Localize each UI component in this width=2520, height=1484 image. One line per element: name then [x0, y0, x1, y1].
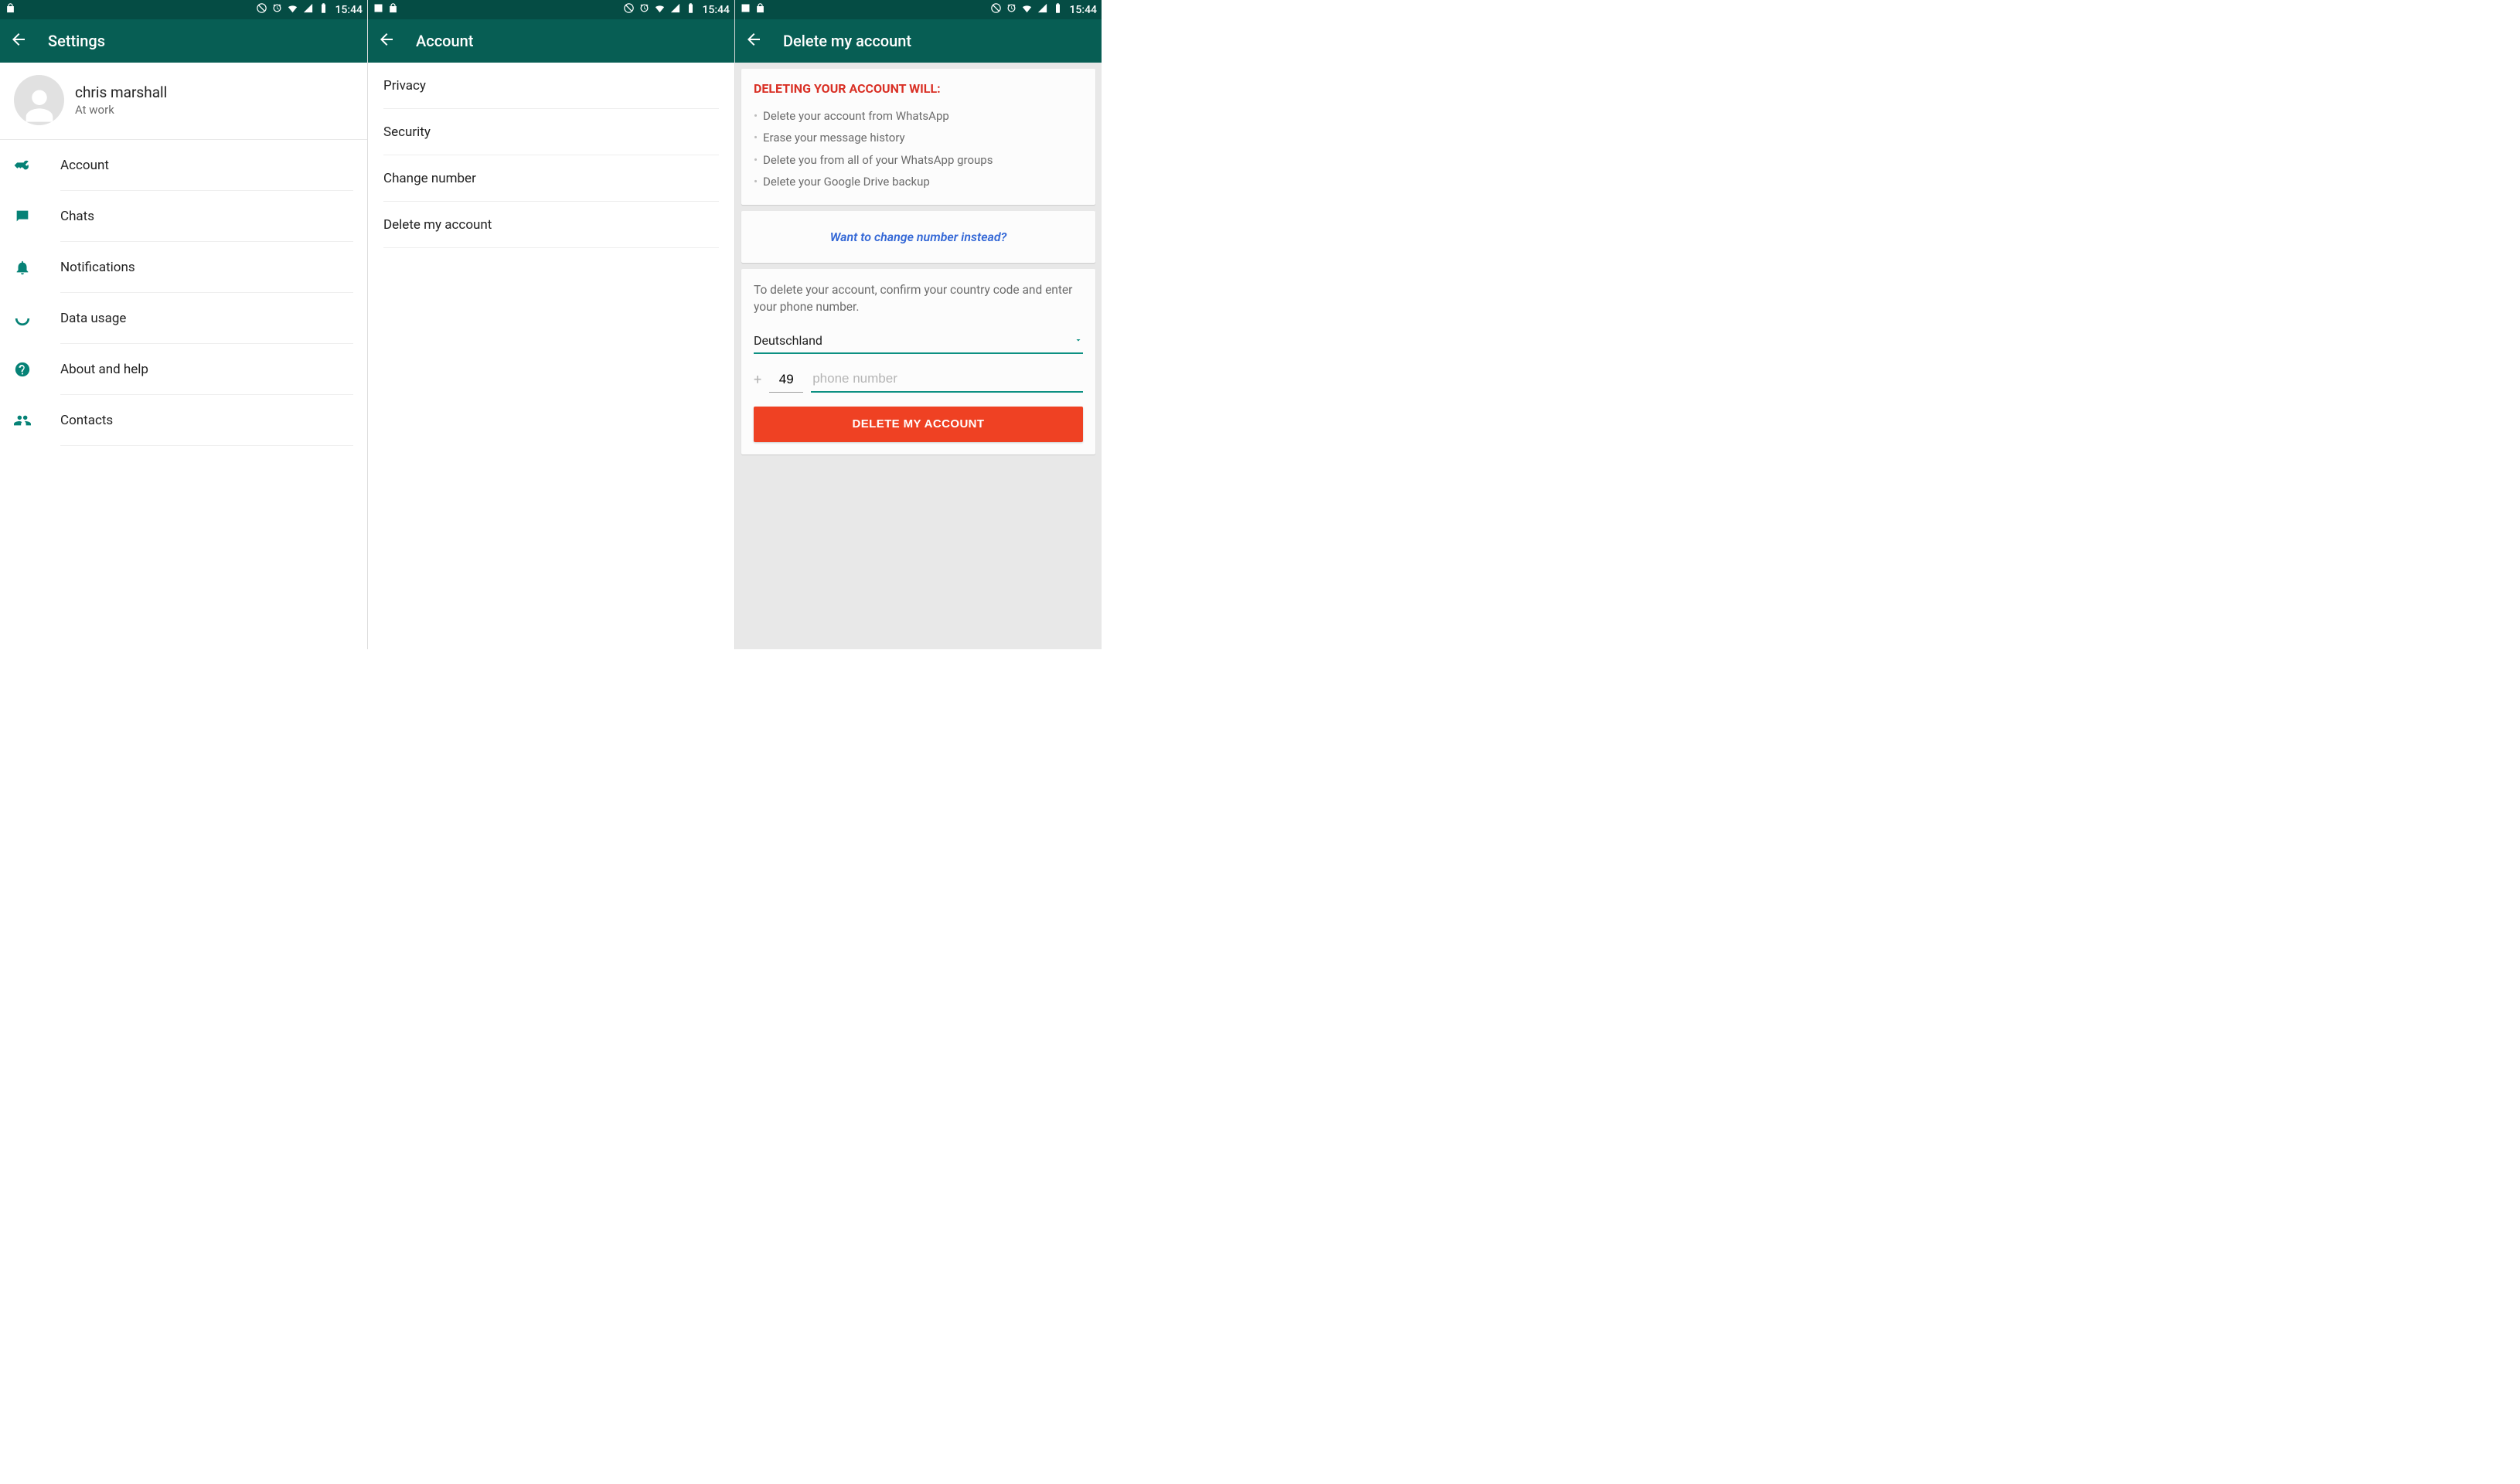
- confirm-card: To delete your account, confirm your cou…: [741, 269, 1095, 454]
- wifi-icon: [654, 2, 666, 17]
- menu-label: About and help: [60, 362, 148, 377]
- status-time: 15:44: [702, 4, 730, 16]
- data-usage-icon: [14, 310, 60, 327]
- country-name: Deutschland: [754, 333, 822, 348]
- key-icon: [14, 157, 60, 174]
- country-select[interactable]: Deutschland: [754, 328, 1083, 354]
- signal-icon: [669, 2, 681, 17]
- menu-item-notifications[interactable]: Notifications: [0, 242, 367, 293]
- lock-icon: [754, 2, 766, 17]
- menu-item-account[interactable]: Account: [0, 140, 367, 191]
- menu-item-contacts[interactable]: Contacts: [0, 395, 367, 446]
- menu-label: Chats: [60, 209, 94, 224]
- battery-icon: [318, 2, 329, 17]
- menu-label: Data usage: [60, 311, 126, 326]
- app-bar: Delete my account: [735, 19, 1102, 63]
- page-title: Delete my account: [783, 32, 911, 50]
- account-menu: Privacy Security Change number Delete my…: [368, 63, 734, 248]
- warning-card: DELETING YOUR ACCOUNT WILL: Delete your …: [741, 69, 1095, 205]
- plus-icon: +: [754, 372, 761, 393]
- chat-icon: [14, 208, 60, 225]
- lock-icon: [387, 2, 399, 17]
- block-icon: [990, 2, 1002, 17]
- page-title: Settings: [48, 32, 105, 50]
- back-button[interactable]: [377, 30, 399, 52]
- screen-delete-account: 15:44 Delete my account DELETING YOUR AC…: [734, 0, 1102, 649]
- lock-icon: [5, 2, 16, 17]
- image-icon: [373, 2, 384, 17]
- battery-icon: [685, 2, 696, 17]
- menu-item-delete-account[interactable]: Delete my account: [368, 202, 734, 248]
- status-bar: 15:44: [735, 0, 1102, 19]
- profile-status: At work: [75, 103, 167, 117]
- phone-number-input[interactable]: [811, 368, 1083, 393]
- alarm-icon: [271, 2, 283, 17]
- menu-label: Notifications: [60, 260, 135, 275]
- block-icon: [256, 2, 267, 17]
- menu-label: Privacy: [383, 78, 426, 94]
- back-button[interactable]: [744, 30, 766, 52]
- screen-settings: 15:44 Settings chris marshall At work Ac…: [0, 0, 367, 649]
- menu-label: Contacts: [60, 413, 113, 428]
- contacts-icon: [14, 412, 60, 429]
- warning-title: DELETING YOUR ACCOUNT WILL:: [754, 81, 1083, 96]
- menu-label: Change number: [383, 171, 476, 186]
- wifi-icon: [1021, 2, 1033, 17]
- alarm-icon: [1006, 2, 1017, 17]
- block-icon: [623, 2, 635, 17]
- avatar: [14, 75, 64, 125]
- back-button[interactable]: [9, 30, 31, 52]
- change-number-card[interactable]: Want to change number instead?: [741, 211, 1095, 263]
- menu-item-about[interactable]: About and help: [0, 344, 367, 395]
- menu-label: Security: [383, 124, 431, 140]
- chevron-down-icon: [1074, 333, 1083, 348]
- menu-item-chats[interactable]: Chats: [0, 191, 367, 242]
- warning-item: Delete your Google Drive backup: [754, 171, 1083, 192]
- screen-account: 15:44 Account Privacy Security Change nu…: [367, 0, 734, 649]
- warning-item: Delete your account from WhatsApp: [754, 105, 1083, 127]
- menu-item-data-usage[interactable]: Data usage: [0, 293, 367, 344]
- app-bar: Settings: [0, 19, 367, 63]
- status-time: 15:44: [1069, 4, 1097, 16]
- bell-icon: [14, 259, 60, 276]
- app-bar: Account: [368, 19, 734, 63]
- image-icon: [740, 2, 751, 17]
- confirm-text: To delete your account, confirm your cou…: [754, 281, 1083, 316]
- signal-icon: [302, 2, 314, 17]
- warning-item: Delete you from all of your WhatsApp gro…: [754, 149, 1083, 171]
- page-title: Account: [416, 32, 473, 50]
- menu-item-change-number[interactable]: Change number: [368, 155, 734, 202]
- country-code-input[interactable]: [769, 369, 803, 393]
- alarm-icon: [639, 2, 650, 17]
- wifi-icon: [287, 2, 298, 17]
- warning-list: Delete your account from WhatsApp Erase …: [754, 105, 1083, 192]
- battery-icon: [1052, 2, 1064, 17]
- delete-account-button[interactable]: DELETE MY ACCOUNT: [754, 407, 1083, 442]
- settings-menu: Account Chats Notifications Data usage A…: [0, 140, 367, 446]
- help-icon: [14, 361, 60, 378]
- status-time: 15:44: [335, 4, 363, 16]
- menu-item-privacy[interactable]: Privacy: [368, 63, 734, 109]
- menu-label: Account: [60, 158, 109, 173]
- status-bar: 15:44: [0, 0, 367, 19]
- profile-row[interactable]: chris marshall At work: [0, 63, 367, 140]
- signal-icon: [1037, 2, 1048, 17]
- warning-item: Erase your message history: [754, 127, 1083, 148]
- change-number-link[interactable]: Want to change number instead?: [754, 223, 1083, 250]
- menu-item-security[interactable]: Security: [368, 109, 734, 155]
- phone-row: +: [754, 368, 1083, 393]
- menu-label: Delete my account: [383, 217, 492, 233]
- profile-name: chris marshall: [75, 83, 167, 101]
- status-bar: 15:44: [368, 0, 734, 19]
